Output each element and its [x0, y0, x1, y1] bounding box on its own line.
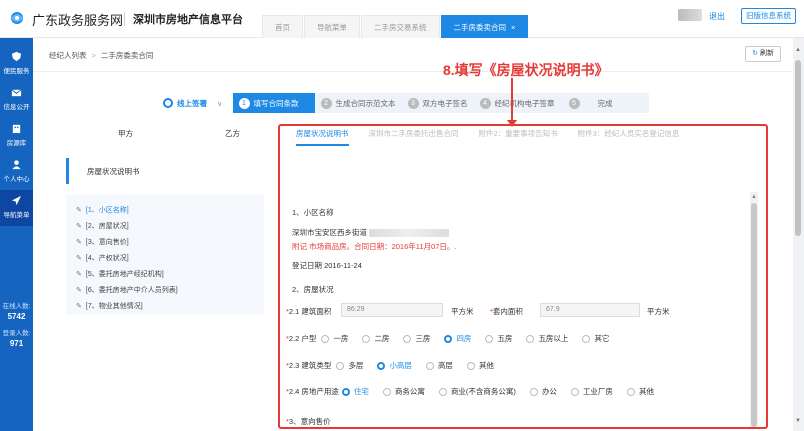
step-3: 3 双方电子签名: [402, 93, 474, 113]
tab-home[interactable]: 首页: [262, 15, 303, 38]
close-icon[interactable]: ×: [511, 23, 515, 32]
online-count: 在线人数: 5742: [2, 303, 31, 321]
list-item[interactable]: ✎ [3、意向售价]: [66, 236, 264, 249]
list-item[interactable]: ✎ [1、小区名称]: [66, 204, 264, 217]
breadcrumb-bar: 经纪人列表 > 二手房委卖合同 ↻ 刷新: [33, 38, 793, 72]
breadcrumb-item-agents[interactable]: 经纪人列表: [49, 51, 87, 60]
sidebar-item-personal[interactable]: 个人中心: [0, 154, 33, 190]
page-scroll-down-icon[interactable]: ▼: [795, 418, 801, 424]
sidebar-item-listings[interactable]: 房源库: [0, 118, 33, 154]
online-sign-step: 线上签署: [163, 98, 207, 109]
step-1: 1 填写合同条款: [232, 93, 315, 113]
top-bar: 广东政务服务网 深圳市房地产信息平台 首页 导航菜单 二手房交易系统 二手房委卖…: [0, 0, 804, 38]
sidebar-item-services[interactable]: 便民服务: [0, 46, 33, 82]
list-item[interactable]: ✎ [7、物业其他情况]: [66, 300, 264, 313]
sidebar: 便民服务 信息公开 房源库 个人中心 导航菜单 在线人数: 5742 登录人数: 9…: [0, 38, 33, 431]
edit-icon: ✎: [76, 207, 82, 214]
left-panel-header: 房屋状况说明书: [66, 158, 264, 184]
breadcrumb-item-contract: 二手房委卖合同: [100, 51, 154, 60]
logo-icon: [11, 12, 23, 24]
step-5: 5 完成: [561, 93, 649, 113]
building-icon: [12, 124, 21, 134]
page-scrollbar-thumb[interactable]: [795, 60, 801, 236]
list-item[interactable]: ✎ [4、产权状况]: [66, 252, 264, 265]
highlight-box: [278, 124, 768, 429]
edit-icon: ✎: [76, 287, 82, 294]
platform-title: 深圳市房地产信息平台: [133, 14, 243, 26]
sidebar-item-info[interactable]: 信息公开: [0, 82, 33, 118]
brand-title: 广东政务服务网: [32, 13, 124, 28]
list-item[interactable]: ✎ [5、委托房地产经纪机构]: [66, 268, 264, 281]
old-system-button[interactable]: 旧版信息系统: [741, 8, 796, 24]
step-4: 4 经纪机构电子签章: [474, 93, 561, 113]
user-icon: [12, 160, 21, 170]
tab-sale-contract[interactable]: 二手房委卖合同 ×: [440, 15, 529, 38]
annotation-text: 8.填写《房屋状况说明书》: [443, 62, 609, 78]
step-2: 2 生成合同示范文本: [315, 93, 402, 113]
sidebar-item-nav[interactable]: 导航菜单: [0, 190, 33, 226]
navigate-icon: [11, 195, 22, 206]
divider: [124, 12, 125, 26]
top-tabs: 首页 导航菜单 二手房交易系统 二手房委卖合同 ×: [262, 15, 529, 38]
annotation-arrow: [511, 78, 513, 122]
logout-link[interactable]: 退出: [709, 11, 725, 22]
edit-icon: ✎: [76, 303, 82, 310]
shield-icon: [11, 51, 22, 62]
step-progress: 线上签署 ∨ 1 填写合同条款 2 生成合同示范文本 3 双方电子签名 4 经纪机构电子…: [163, 93, 649, 113]
list-item[interactable]: ✎ [2、房屋状况]: [66, 220, 264, 233]
page-scroll-up-icon[interactable]: ▲: [795, 47, 801, 53]
tab-second-hand-system[interactable]: 二手房交易系统: [361, 15, 440, 38]
login-count: 登录人数: 971: [2, 330, 31, 348]
section-list: ✎ [1、小区名称] ✎ [2、房屋状况] ✎ [3、意向售价] ✎ [4、产权状况] …: [66, 195, 264, 315]
refresh-button[interactable]: ↻ 刷新: [745, 46, 781, 62]
edit-icon: ✎: [76, 255, 82, 262]
target-icon: [163, 98, 173, 108]
tab-nav-menu[interactable]: 导航菜单: [304, 15, 360, 38]
party-a-tab[interactable]: 甲方: [118, 128, 133, 139]
edit-icon: ✎: [76, 223, 82, 230]
refresh-icon: ↻: [752, 50, 758, 57]
chevron-down-icon[interactable]: ∨: [217, 99, 223, 108]
list-item[interactable]: ✎ [6、委托房地产中介人员列表]: [66, 284, 264, 297]
breadcrumb: 经纪人列表 > 二手房委卖合同: [49, 51, 154, 60]
avatar[interactable]: [678, 9, 702, 21]
edit-icon: ✎: [76, 239, 82, 246]
mail-icon: [11, 89, 22, 97]
party-b-tab[interactable]: 乙方: [225, 128, 240, 139]
edit-icon: ✎: [76, 271, 82, 278]
step-track: 1 填写合同条款 2 生成合同示范文本 3 双方电子签名 4 经纪机构电子签章 5 完成: [232, 93, 649, 113]
